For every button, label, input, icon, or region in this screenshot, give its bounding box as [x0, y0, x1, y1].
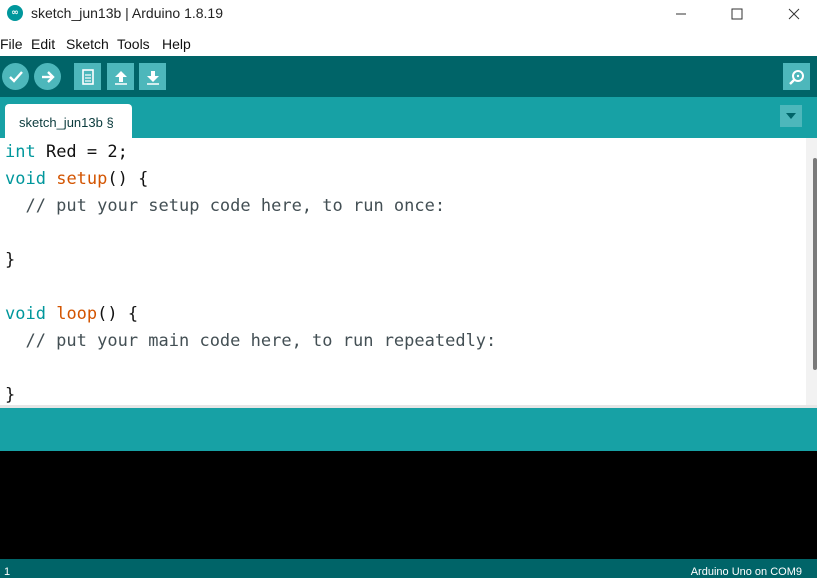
menu-tools[interactable]: Tools [117, 36, 150, 52]
menu-help[interactable]: Help [162, 36, 191, 52]
close-icon [788, 8, 800, 20]
arduino-logo-icon: ∞ [7, 5, 23, 21]
status-bar: 1 Arduino Uno on COM9 [0, 559, 817, 578]
maximize-icon [731, 8, 743, 20]
arrow-up-icon [114, 70, 127, 85]
minimize-icon [676, 13, 686, 15]
code-line: void loop() { [5, 304, 138, 331]
chevron-down-icon [786, 113, 796, 119]
tab-menu-button[interactable] [780, 105, 802, 127]
code-line: int Red = 2; [5, 142, 128, 169]
code-editor[interactable]: int Red = 2; void setup() { // put your … [0, 138, 806, 408]
menu-edit[interactable]: Edit [31, 36, 55, 52]
open-button[interactable] [107, 63, 134, 90]
keyword: int [5, 142, 36, 162]
menu-bar: File Edit Sketch Tools Help [0, 32, 817, 57]
function-name: loop [56, 304, 98, 324]
message-area [0, 408, 817, 451]
check-icon [8, 70, 23, 83]
serial-monitor-button[interactable] [783, 63, 810, 90]
code-text: () { [97, 304, 139, 324]
console-output[interactable] [0, 451, 817, 559]
verify-button[interactable] [2, 63, 29, 90]
editor-scrollbar-thumb[interactable] [813, 158, 817, 370]
keyword: void [5, 169, 46, 189]
upload-button[interactable] [34, 63, 61, 90]
function-name: setup [56, 169, 108, 189]
code-comment: // put your setup code here, to run once… [5, 196, 446, 216]
window-title: sketch_jun13b | Arduino 1.8.19 [31, 5, 224, 21]
menu-file[interactable]: File [0, 36, 23, 52]
line-number: 1 [4, 566, 11, 578]
maximize-button[interactable] [714, 0, 760, 28]
tab-bar: sketch_jun13b § [0, 97, 817, 138]
minimize-button[interactable] [658, 0, 704, 28]
document-icon [81, 68, 94, 85]
magnifier-icon [788, 69, 804, 85]
save-button[interactable] [139, 63, 166, 90]
menu-sketch[interactable]: Sketch [66, 36, 109, 52]
new-sketch-button[interactable] [74, 63, 101, 90]
board-info: Arduino Uno on COM9 [690, 566, 802, 578]
tab-sketch[interactable]: sketch_jun13b § [5, 104, 132, 138]
toolbar [0, 56, 817, 97]
code-line: } [5, 250, 16, 270]
code-text: () { [107, 169, 149, 189]
keyword: void [5, 304, 46, 324]
title-bar: ∞ sketch_jun13b | Arduino 1.8.19 [0, 0, 817, 28]
arrow-down-icon [146, 70, 159, 85]
tab-label: sketch_jun13b § [19, 115, 114, 130]
code-comment: // put your main code here, to run repea… [5, 331, 497, 351]
code-text: Red = 2; [35, 142, 128, 162]
code-line: void setup() { [5, 169, 148, 196]
arrow-right-icon [41, 70, 55, 83]
close-button[interactable] [771, 0, 817, 28]
